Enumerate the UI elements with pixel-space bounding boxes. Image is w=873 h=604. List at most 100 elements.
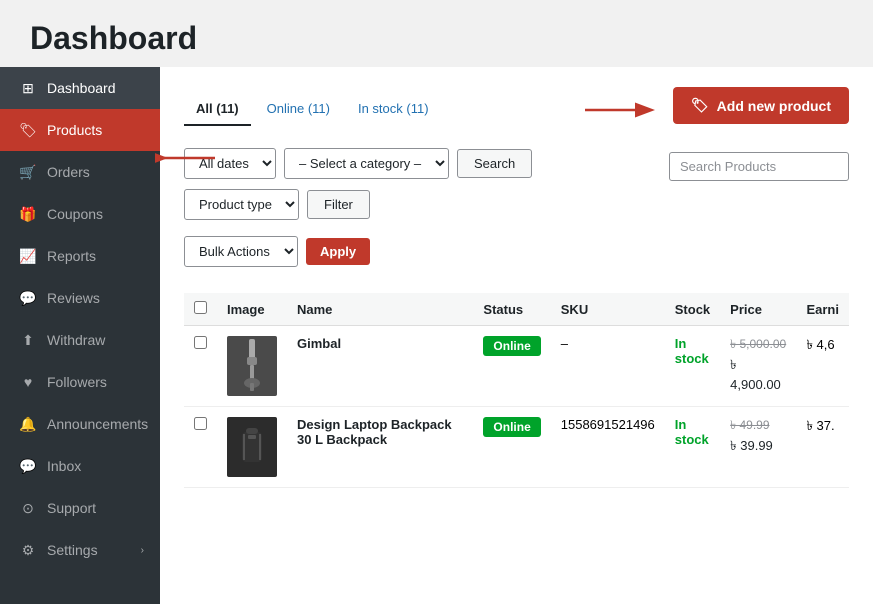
sidebar-label-dashboard: Dashboard bbox=[47, 80, 116, 96]
sidebar-item-dashboard[interactable]: ⊞ Dashboard bbox=[0, 67, 160, 109]
tab-all[interactable]: All (11) bbox=[184, 93, 251, 126]
sidebar-item-reviews[interactable]: 💬 Reviews bbox=[0, 277, 160, 319]
row-earnings-col: ৳ 4,6 bbox=[796, 326, 849, 407]
sidebar-item-support[interactable]: ⊙ Support bbox=[0, 487, 160, 529]
sidebar-label-inbox: Inbox bbox=[47, 458, 81, 474]
product-name-gimbal[interactable]: Gimbal bbox=[297, 336, 341, 351]
row-stock-col: Instock bbox=[665, 326, 720, 407]
sidebar: ⊞ Dashboard 🏷 Products 🛒 Orders 🎁 Coupon… bbox=[0, 67, 160, 604]
sidebar-label-products: Products bbox=[47, 122, 102, 138]
sidebar-label-settings: Settings bbox=[47, 542, 98, 558]
price-sale-gimbal: ৳ 4,900.00 bbox=[730, 356, 786, 392]
filters-left: All dates – Select a category – Search P… bbox=[184, 148, 653, 277]
date-filter[interactable]: All dates bbox=[184, 148, 276, 179]
products-table: Image Name Status SKU Stock Price Earni bbox=[184, 293, 849, 488]
sidebar-item-reports[interactable]: 📈 Reports bbox=[0, 235, 160, 277]
category-filter[interactable]: – Select a category – bbox=[284, 148, 449, 179]
row-image-col bbox=[217, 326, 287, 407]
add-product-icon: 🏷 bbox=[691, 97, 709, 114]
row-name-col: Gimbal bbox=[287, 326, 473, 407]
bulk-actions-select[interactable]: Bulk Actions bbox=[184, 236, 298, 267]
add-product-label: Add new product bbox=[717, 98, 831, 114]
reviews-icon: 💬 bbox=[19, 289, 37, 307]
row-sku-col: 1558691521496 bbox=[551, 407, 665, 488]
tabs-list: All (11) Online (11) In stock (11) bbox=[184, 93, 441, 126]
row-price-col: ৳ 5,000.00 ৳ 4,900.00 bbox=[720, 326, 796, 407]
arrow-annotation bbox=[585, 98, 665, 122]
product-type-filter[interactable]: Product type bbox=[184, 189, 299, 220]
row-name-col: Design Laptop Backpack 30 L Backpack bbox=[287, 407, 473, 488]
select-all-header bbox=[184, 293, 217, 326]
select-all-checkbox[interactable] bbox=[194, 301, 207, 314]
coupons-icon: 🎁 bbox=[19, 205, 37, 223]
row-checkbox-col bbox=[184, 407, 217, 488]
sidebar-item-followers[interactable]: ♥ Followers bbox=[0, 361, 160, 403]
reports-icon: 📈 bbox=[19, 247, 37, 265]
filters-row-2: Product type Filter bbox=[184, 189, 653, 220]
bulk-actions-row: Bulk Actions Apply bbox=[184, 236, 653, 267]
main-content: All (11) Online (11) In stock (11) 🏷 A bbox=[160, 67, 873, 604]
page-title: Dashboard bbox=[0, 0, 873, 67]
tabs-area: All (11) Online (11) In stock (11) 🏷 A bbox=[184, 87, 849, 132]
support-icon: ⊙ bbox=[19, 499, 37, 517]
backpack-svg bbox=[237, 420, 267, 475]
earnings-header: Earni bbox=[796, 293, 849, 326]
table-row: Design Laptop Backpack 30 L Backpack Onl… bbox=[184, 407, 849, 488]
withdraw-icon: ⬆ bbox=[19, 331, 37, 349]
filters-row-1: All dates – Select a category – Search bbox=[184, 148, 653, 179]
sidebar-item-orders[interactable]: 🛒 Orders bbox=[0, 151, 160, 193]
price-header: Price bbox=[720, 293, 796, 326]
sidebar-label-support: Support bbox=[47, 500, 96, 516]
price-sale-backpack: ৳ 39.99 bbox=[730, 437, 786, 458]
sidebar-item-withdraw[interactable]: ⬆ Withdraw bbox=[0, 319, 160, 361]
sidebar-item-coupons[interactable]: 🎁 Coupons bbox=[0, 193, 160, 235]
row-price-col: ৳ 49.99 ৳ 39.99 bbox=[720, 407, 796, 488]
sidebar-item-announcements[interactable]: 🔔 Announcements bbox=[0, 403, 160, 445]
row-checkbox-backpack[interactable] bbox=[194, 417, 207, 430]
sidebar-label-followers: Followers bbox=[47, 374, 107, 390]
sidebar-item-products[interactable]: 🏷 Products bbox=[0, 109, 160, 151]
status-badge-backpack: Online bbox=[483, 417, 540, 437]
sidebar-label-orders: Orders bbox=[47, 164, 90, 180]
apply-button[interactable]: Apply bbox=[306, 238, 370, 265]
announcements-icon: 🔔 bbox=[19, 415, 37, 433]
settings-icon: ⚙ bbox=[19, 541, 37, 559]
table-row: Gimbal Online – Instock ৳ 5,000.00 ৳ 4,9… bbox=[184, 326, 849, 407]
product-name-backpack[interactable]: Design Laptop Backpack 30 L Backpack bbox=[297, 417, 452, 447]
product-image-gimbal bbox=[227, 336, 277, 396]
sidebar-label-withdraw: Withdraw bbox=[47, 332, 105, 348]
row-checkbox-gimbal[interactable] bbox=[194, 336, 207, 349]
search-button[interactable]: Search bbox=[457, 149, 532, 178]
chevron-right-icon: › bbox=[141, 545, 144, 556]
sidebar-label-announcements: Announcements bbox=[47, 416, 148, 432]
status-badge-gimbal: Online bbox=[483, 336, 540, 356]
header-right: 🏷 Add new product bbox=[585, 87, 849, 132]
row-status-col: Online bbox=[473, 407, 550, 488]
row-stock-col: Instock bbox=[665, 407, 720, 488]
sidebar-label-reports: Reports bbox=[47, 248, 96, 264]
sidebar-item-inbox[interactable]: 💬 Inbox bbox=[0, 445, 160, 487]
sku-header: SKU bbox=[551, 293, 665, 326]
price-original-gimbal: ৳ 5,000.00 bbox=[730, 336, 786, 356]
table-header-row: Image Name Status SKU Stock Price Earni bbox=[184, 293, 849, 326]
row-image-col bbox=[217, 407, 287, 488]
product-image-backpack bbox=[227, 417, 277, 477]
row-earnings-col: ৳ 37. bbox=[796, 407, 849, 488]
gimbal-svg bbox=[237, 339, 267, 394]
orders-icon: 🛒 bbox=[19, 163, 37, 181]
filters-section: All dates – Select a category – Search P… bbox=[184, 148, 849, 277]
tab-online[interactable]: Online (11) bbox=[255, 93, 342, 126]
followers-icon: ♥ bbox=[19, 373, 37, 391]
stock-header: Stock bbox=[665, 293, 720, 326]
search-products-input[interactable] bbox=[669, 152, 849, 181]
tab-in-stock[interactable]: In stock (11) bbox=[346, 93, 441, 126]
image-header: Image bbox=[217, 293, 287, 326]
stock-value-backpack: Instock bbox=[675, 417, 709, 447]
sidebar-item-settings[interactable]: ⚙ Settings › bbox=[0, 529, 160, 571]
add-product-button[interactable]: 🏷 Add new product bbox=[673, 87, 849, 124]
price-original-backpack: ৳ 49.99 bbox=[730, 417, 786, 437]
filter-button[interactable]: Filter bbox=[307, 190, 370, 219]
dashboard-icon: ⊞ bbox=[19, 79, 37, 97]
row-sku-col: – bbox=[551, 326, 665, 407]
row-status-col: Online bbox=[473, 326, 550, 407]
